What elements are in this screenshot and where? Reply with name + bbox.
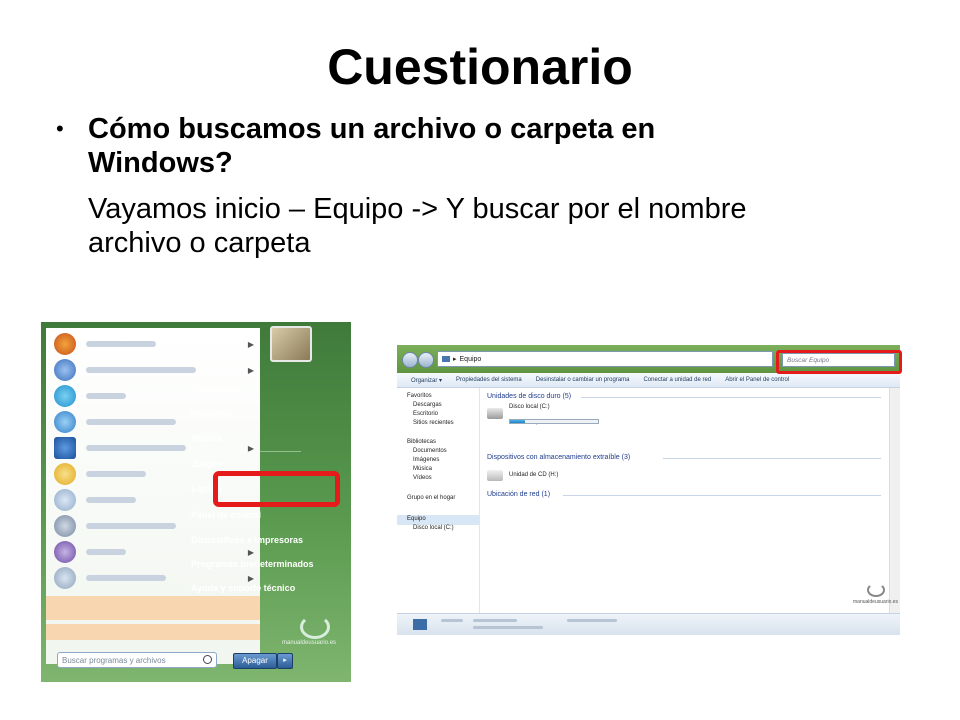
cd-drive-icon: [487, 470, 503, 481]
shutdown-options-button[interactable]: ▸: [277, 653, 293, 669]
details-pane: [397, 613, 900, 635]
equipo-highlight-box: [213, 471, 340, 507]
hard-drive-icon: [487, 408, 503, 419]
program-icon: [54, 437, 76, 459]
nav-documents[interactable]: Documentos: [413, 448, 447, 454]
search-highlight-box: [776, 350, 902, 374]
shutdown-button[interactable]: Apagar: [233, 653, 277, 669]
nav-libraries[interactable]: Bibliotecas: [407, 439, 436, 445]
organize-menu[interactable]: Organizar ▾: [411, 377, 442, 384]
navigation-pane: Favoritos Descargas Escritorio Sitios re…: [397, 388, 480, 613]
program-icon: [54, 463, 76, 485]
answer-text: Vayamos inicio – Equipo -> Y buscar por …: [88, 193, 747, 259]
address-bar[interactable]: ▸ Equipo: [437, 351, 773, 367]
bullet-marker: •: [56, 116, 64, 141]
program-icon: [54, 515, 76, 537]
logo-text: manualdeusuario.es: [282, 640, 337, 646]
logo-text: manualdeusuario.es: [853, 599, 899, 605]
nav-downloads[interactable]: Descargas: [413, 402, 442, 408]
all-programs-item[interactable]: [46, 624, 260, 640]
drive-c-label[interactable]: Disco local (C:): [509, 404, 550, 410]
program-icon: [54, 411, 76, 433]
manualdeusuario-logo-icon: [867, 583, 885, 597]
nav-desktop[interactable]: Escritorio: [413, 411, 438, 417]
search-placeholder: Buscar programas y archivos: [62, 655, 166, 665]
cd-drive-label[interactable]: Unidad de CD (H:): [509, 472, 558, 478]
computer-icon: [413, 619, 427, 630]
search-icon: [203, 655, 212, 664]
drive-c-usage-bar: [509, 419, 599, 424]
group-divider: [663, 458, 881, 459]
system-properties-button[interactable]: Propiedades del sistema: [456, 377, 522, 383]
back-button[interactable]: [402, 352, 418, 368]
manualdeusuario-logo-icon: [300, 615, 330, 639]
address-arrow: ▸: [453, 356, 457, 363]
explorer-command-bar: Organizar ▾ Propiedades del sistema Desi…: [397, 373, 900, 388]
group-divider: [563, 495, 881, 496]
open-control-panel-button[interactable]: Abrir el Panel de control: [725, 377, 789, 383]
program-item[interactable]: ▶: [46, 357, 260, 383]
question-text: Cómo buscamos un archivo o carpeta en Wi…: [88, 113, 656, 179]
program-icon: [54, 385, 76, 407]
address-text: Equipo: [459, 355, 482, 363]
bullet-block: • Cómo buscamos un archivo o carpeta en …: [56, 112, 916, 260]
group-divider: [581, 397, 881, 398]
group-hard-drives[interactable]: Unidades de disco duro (5): [487, 393, 571, 400]
group-network[interactable]: Ubicación de red (1): [487, 491, 550, 498]
nav-music[interactable]: Música: [413, 466, 432, 472]
start-item-panel-de-control[interactable]: Panel de control: [191, 510, 261, 520]
start-item-dispositivos[interactable]: Dispositivos e impresoras: [191, 535, 303, 545]
nav-favorites[interactable]: Favoritos: [407, 393, 432, 399]
nav-recent-places[interactable]: Sitios recientes: [413, 420, 454, 426]
explorer-window-screenshot: ▸ Equipo Buscar Equipo Organizar ▾ Propi…: [397, 345, 900, 635]
user-avatar[interactable]: [270, 326, 312, 362]
nav-local-disk[interactable]: Disco local (C:): [413, 525, 454, 531]
program-item[interactable]: ▶: [46, 435, 260, 461]
computer-icon: [442, 356, 450, 362]
nav-pictures[interactable]: Imágenes: [413, 457, 439, 463]
start-item-juegos[interactable]: Juegos: [191, 459, 223, 469]
vertical-scrollbar[interactable]: [889, 388, 900, 613]
nav-computer[interactable]: Equipo: [407, 516, 426, 522]
program-icon: [54, 489, 76, 511]
firefox-icon: [54, 333, 76, 355]
start-item-documentos[interactable]: Documentos: [191, 384, 246, 394]
start-item-imagenes[interactable]: Imágenes: [191, 408, 233, 418]
menu-separator: [191, 451, 301, 452]
drive-c-usage-fill: [510, 420, 525, 423]
program-icon: [54, 567, 76, 589]
start-item-musica[interactable]: Música: [191, 433, 222, 443]
start-item-programas-predeterminados[interactable]: Programas predeterminados: [191, 559, 314, 569]
uninstall-program-button[interactable]: Desinstalar o cambiar un programa: [536, 377, 630, 383]
map-network-drive-button[interactable]: Conectar a unidad de red: [643, 377, 711, 383]
start-item-ayuda[interactable]: Ayuda y soporte técnico: [191, 583, 295, 593]
start-search-input[interactable]: Buscar programas y archivos: [57, 652, 217, 668]
program-item[interactable]: ▶: [46, 331, 260, 357]
slide-title: Cuestionario: [327, 39, 633, 95]
group-removable[interactable]: Dispositivos con almacenamiento extraíbl…: [487, 454, 630, 461]
program-icon: [54, 359, 76, 381]
forward-button[interactable]: [418, 352, 434, 368]
program-item-highlighted[interactable]: [46, 596, 260, 620]
nav-homegroup[interactable]: Grupo en el hogar: [407, 495, 455, 501]
nav-videos[interactable]: Vídeos: [413, 475, 432, 481]
program-icon: [54, 541, 76, 563]
